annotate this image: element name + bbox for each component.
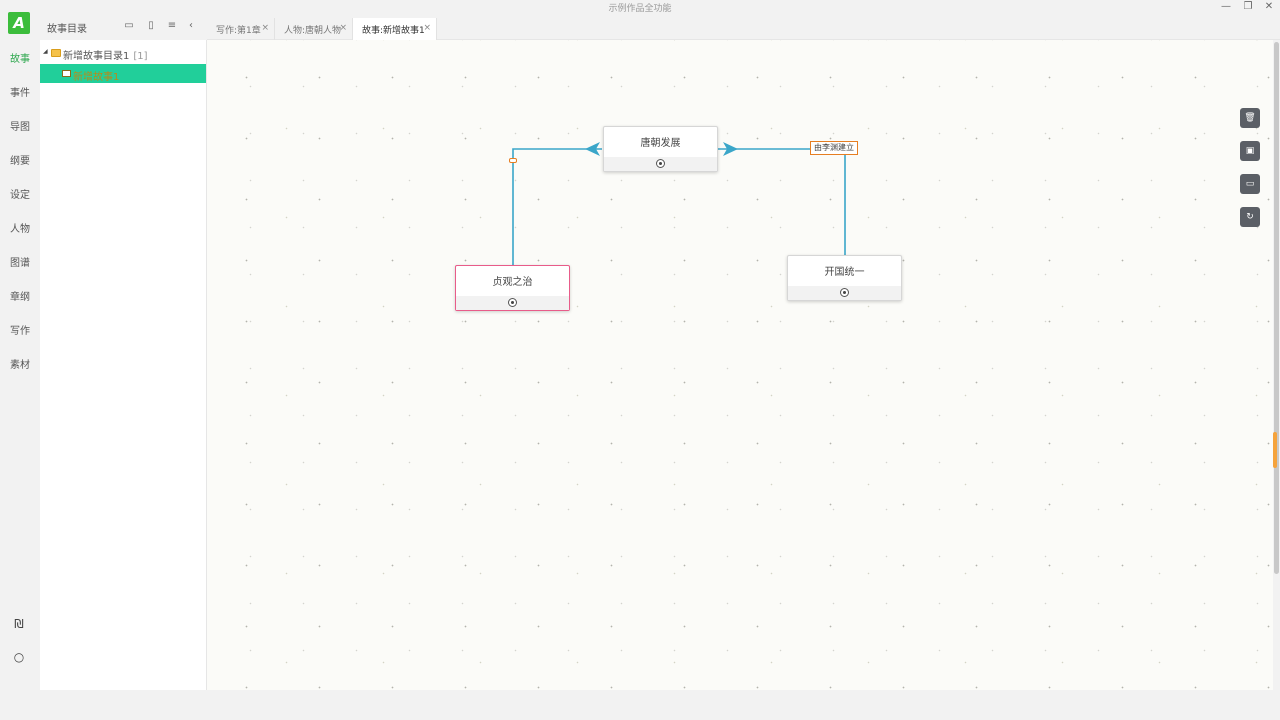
node-label: 贞观之治	[492, 277, 533, 288]
refresh-icon[interactable]: ↻	[1240, 207, 1260, 227]
minimize-button[interactable]: —	[1216, 0, 1236, 14]
vertical-scrollbar[interactable]	[1273, 40, 1280, 690]
nav-event[interactable]: 事件	[0, 84, 40, 99]
folder-count: [1]	[133, 51, 148, 62]
scrollbar-thumb[interactable]	[1274, 42, 1279, 574]
power-icon[interactable]: ○	[10, 648, 28, 666]
nav-material[interactable]: 素材	[0, 356, 40, 371]
new-file-icon[interactable]: ▯	[144, 19, 158, 33]
nav-setting[interactable]: 设定	[0, 186, 40, 201]
folder-icon	[51, 49, 61, 57]
nav-writing[interactable]: 写作	[0, 322, 40, 337]
edge-label[interactable]: 由李渊建立	[810, 141, 858, 155]
scroll-position-marker	[1273, 432, 1277, 468]
nav-outline[interactable]: 纲要	[0, 152, 40, 167]
restore-button[interactable]: ❐	[1238, 0, 1258, 14]
story-directory-panel: 故事目录 ▭ ▯ ≡ ‹ ◢ 新增故事目录1 [1] 新增故事1	[40, 14, 207, 690]
left-nav-rail: A 故事 事件 导图 纲要 设定 人物 图谱 章纲 写作 素材 ₪ ○	[0, 0, 40, 720]
caret-down-icon[interactable]: ◢	[43, 48, 48, 55]
node-kaiguo[interactable]: 开国统一	[787, 255, 902, 301]
folder-label: 新增故事目录1	[63, 51, 130, 62]
node-label: 开国统一	[824, 267, 865, 278]
close-tab-icon[interactable]: ×	[339, 23, 347, 33]
close-tab-icon[interactable]: ×	[423, 23, 431, 33]
node-tang-development[interactable]: 唐朝发展	[603, 126, 718, 172]
nav-chapter-outline[interactable]: 章纲	[0, 288, 40, 303]
tab-bar: 写作:第1章 × 人物:唐朝人物 × 故事:新增故事1 ×	[207, 14, 1280, 41]
close-window-button[interactable]: ✕	[1259, 0, 1279, 14]
node-port-icon[interactable]	[508, 298, 517, 307]
title-bar: 示例作品全功能 — ❐ ✕	[0, 0, 1280, 14]
close-tab-icon[interactable]: ×	[261, 23, 269, 33]
window-title: 示例作品全功能	[608, 4, 672, 14]
collapse-panel-icon[interactable]: ‹	[184, 19, 198, 33]
story-canvas[interactable]	[207, 40, 1273, 690]
delete-icon[interactable]: 🗑	[1240, 108, 1260, 128]
tab-story-new[interactable]: 故事:新增故事1 ×	[353, 18, 437, 41]
tab-character-tang[interactable]: 人物:唐朝人物 ×	[275, 18, 353, 40]
story-label: 新增故事1	[73, 72, 120, 83]
tab-label: 故事:新增故事1	[362, 26, 425, 36]
nav-story[interactable]: 故事	[0, 50, 40, 65]
node-label: 唐朝发展	[640, 138, 681, 149]
tab-writing-chapter1[interactable]: 写作:第1章 ×	[207, 18, 275, 40]
tree-story-item[interactable]: 新增故事1	[40, 64, 206, 83]
laptop-icon[interactable]: ▭	[1240, 174, 1260, 194]
tab-label: 人物:唐朝人物	[284, 26, 342, 36]
status-bar	[40, 690, 1280, 720]
menu-icon[interactable]: ≡	[165, 19, 179, 33]
new-folder-icon[interactable]: ▭	[122, 19, 136, 33]
nav-character[interactable]: 人物	[0, 220, 40, 235]
tab-label: 写作:第1章	[216, 26, 261, 36]
story-icon	[62, 70, 71, 77]
monitor-icon[interactable]: ▣	[1240, 141, 1260, 161]
node-zhenguan[interactable]: 贞观之治	[455, 265, 570, 311]
book-icon[interactable]: ₪	[10, 615, 28, 633]
app-logo-icon: A	[8, 12, 30, 34]
edge-handle[interactable]	[509, 158, 517, 163]
nav-graph[interactable]: 图谱	[0, 254, 40, 269]
directory-title: 故事目录	[47, 24, 87, 35]
node-port-icon[interactable]	[840, 288, 849, 297]
nav-mindmap[interactable]: 导图	[0, 118, 40, 133]
node-port-icon[interactable]	[656, 159, 665, 168]
directory-header: 故事目录 ▭ ▯ ≡ ‹	[40, 14, 207, 40]
tree-folder[interactable]: ◢ 新增故事目录1 [1]	[40, 46, 207, 62]
